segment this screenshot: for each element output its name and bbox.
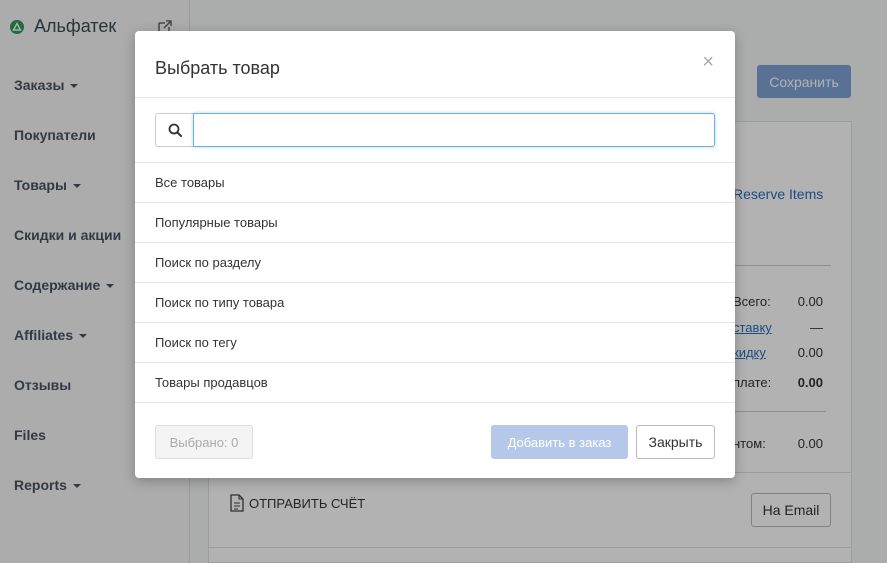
selected-count-button[interactable]: Выбрано: 0	[155, 425, 253, 459]
search-icon	[155, 113, 193, 147]
product-source-list: Все товары Популярные товары Поиск по ра…	[135, 162, 735, 403]
list-item-popular-products[interactable]: Популярные товары	[135, 203, 735, 243]
modal-header: Выбрать товар ×	[135, 31, 735, 98]
close-icon[interactable]: ×	[702, 51, 714, 74]
add-to-order-button[interactable]: Добавить в заказ	[491, 425, 628, 459]
close-button[interactable]: Закрыть	[636, 425, 715, 459]
list-item-search-by-tag[interactable]: Поиск по тегу	[135, 323, 735, 363]
list-item-search-by-type[interactable]: Поиск по типу товара	[135, 283, 735, 323]
select-product-modal: Выбрать товар × Все товары Популярные то…	[135, 31, 735, 478]
modal-footer: Выбрано: 0 Добавить в заказ Закрыть	[135, 404, 735, 478]
search-input[interactable]	[193, 113, 715, 147]
list-item-search-by-category[interactable]: Поиск по разделу	[135, 243, 735, 283]
list-item-all-products[interactable]: Все товары	[135, 163, 735, 203]
search-group	[155, 113, 715, 147]
modal-title: Выбрать товар	[155, 58, 280, 78]
list-item-vendor-products[interactable]: Товары продавцов	[135, 363, 735, 403]
